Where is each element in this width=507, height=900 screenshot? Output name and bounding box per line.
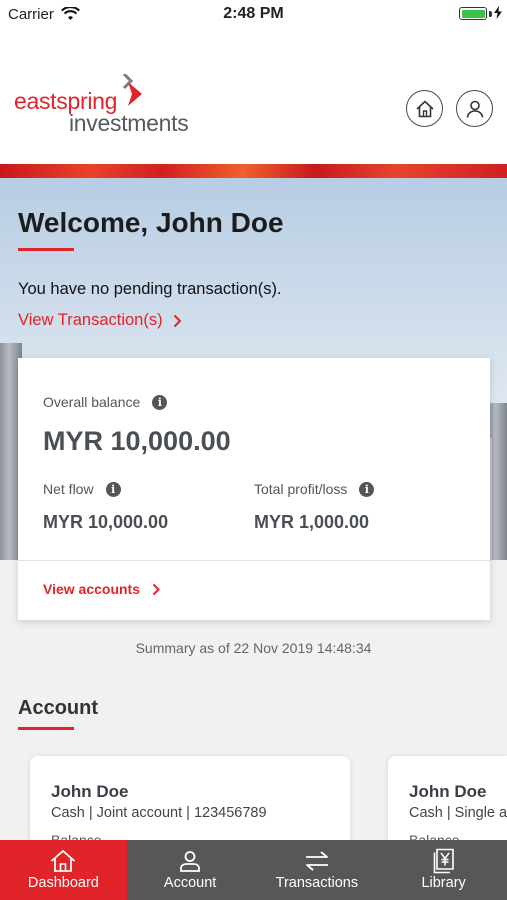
account-section-title: Account	[18, 697, 98, 719]
info-icon[interactable]: i	[105, 481, 121, 497]
logo-chevron-icon	[122, 74, 142, 106]
battery-tip	[489, 11, 492, 17]
bottom-tab-bar: Dashboard Account Transactions Library	[0, 840, 507, 900]
summary-timestamp: Summary as of 22 Nov 2019 14:48:34	[135, 640, 372, 656]
welcome-title: Welcome, John Doe	[18, 207, 284, 238]
view-transactions-link[interactable]: View Transaction(s)	[18, 311, 182, 330]
profit-loss-label-row: Total profit/loss i	[254, 481, 375, 497]
tab-label: Transactions	[275, 875, 359, 891]
profit-loss-value: MYR 1,000.00	[254, 512, 370, 532]
charging-icon	[494, 6, 502, 22]
home-button[interactable]	[406, 90, 443, 127]
chevron-right-icon	[173, 314, 182, 327]
balance-summary-card: Overall balance i MYR 10,000.00 Net flow…	[18, 358, 490, 620]
account-holder-name: John Doe	[51, 782, 129, 801]
profile-button[interactable]	[456, 90, 493, 127]
overall-balance-label: Overall balance	[43, 394, 141, 410]
view-accounts-link[interactable]: View accounts	[43, 581, 160, 597]
tab-account[interactable]: Account	[127, 840, 254, 900]
clock: 2:48 PM	[223, 5, 284, 22]
user-icon	[178, 849, 202, 873]
overall-balance-value: MYR 10,000.00	[43, 426, 231, 456]
info-icon[interactable]: i	[359, 481, 375, 497]
logo-wordmark-bottom: investments	[69, 110, 189, 136]
battery-icon	[459, 7, 487, 20]
tab-dashboard[interactable]: Dashboard	[0, 840, 127, 900]
home-icon	[415, 100, 434, 117]
tab-transactions[interactable]: Transactions	[254, 840, 381, 900]
tab-library[interactable]: Library	[380, 840, 507, 900]
user-icon	[466, 100, 483, 118]
section-underline	[18, 727, 74, 730]
document-yen-icon	[432, 848, 456, 874]
overall-balance-label-row: Overall balance i	[43, 394, 168, 410]
card-divider	[18, 560, 490, 561]
account-details: Cash | Joint account | 123456789	[51, 805, 267, 821]
tab-label: Account	[163, 875, 217, 891]
net-flow-label: Net flow	[43, 481, 94, 497]
brand-banner-stripe	[0, 164, 507, 178]
view-transactions-label: View Transaction(s)	[18, 311, 163, 329]
net-flow-value: MYR 10,000.00	[43, 512, 169, 532]
tab-label: Dashboard	[27, 875, 99, 891]
transfer-arrows-icon	[304, 849, 330, 873]
info-icon[interactable]: i	[152, 394, 168, 410]
home-icon	[49, 849, 77, 873]
eastspring-logo[interactable]: eastspring investments	[14, 74, 204, 136]
tab-label: Library	[421, 875, 466, 891]
account-details: Cash | Single account	[409, 805, 507, 821]
title-underline	[18, 248, 74, 251]
net-flow-label-row: Net flow i	[43, 481, 121, 497]
view-accounts-label: View accounts	[43, 581, 141, 597]
pending-transactions-text: You have no pending transaction(s).	[18, 280, 282, 298]
status-bar: Carrier 2:48 PM	[0, 0, 507, 30]
profit-loss-label: Total profit/loss	[254, 481, 348, 497]
chevron-right-icon	[152, 583, 160, 595]
account-holder-name: John Doe	[409, 782, 487, 801]
